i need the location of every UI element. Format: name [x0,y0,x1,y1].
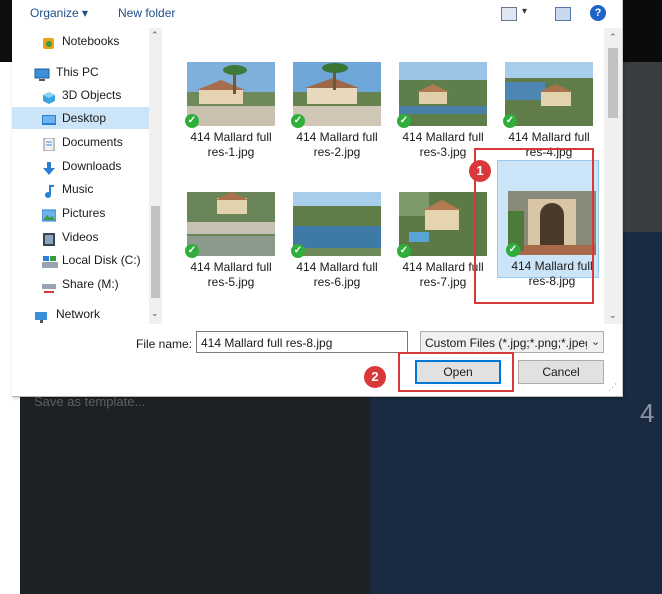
download-arrow-icon [42,160,56,175]
nav-item-label: Local Disk (C:) [62,253,141,267]
photo-thumbnail [293,62,381,126]
preview-pane-icon[interactable] [555,7,571,21]
nav-item-documents[interactable]: Documents [12,131,150,153]
nav-item-3d-objects[interactable]: 3D Objects [12,84,150,106]
organize-menu[interactable]: Organize ▾ [30,6,88,20]
file-type-filter[interactable]: Custom Files (*.jpg;*.png;*.jpeg ⌄ [420,331,604,353]
sync-check-icon: ✓ [397,244,411,258]
file-name-label: 414 Mallard full res-2.jpg [296,130,378,159]
pictures-icon [41,207,57,222]
desktop-icon [42,112,56,125]
step-marker-1: 1 [469,160,491,182]
file-type-value: Custom Files (*.jpg;*.png;*.jpeg [425,336,587,350]
sync-check-icon: ✓ [291,244,305,258]
scroll-up-icon[interactable]: ⌃ [151,30,159,41]
nav-item-pictures[interactable]: Pictures [12,202,150,224]
file-tile-res-2[interactable]: ✓ 414 Mallard full res-2.jpg [283,56,383,172]
nav-item-music[interactable]: Music [12,178,150,200]
network-drive-icon [42,278,56,293]
music-note-icon [42,183,56,198]
documents-icon [42,136,56,152]
cancel-button[interactable]: Cancel [518,360,604,384]
help-icon[interactable]: ? [590,5,606,21]
file-name-input[interactable]: 414 Mallard full res-8.jpg ⌄ [196,331,584,353]
computer-icon [34,66,50,81]
photo-thumbnail [187,62,275,126]
nav-item-label: Downloads [62,159,122,173]
sync-check-icon: ✓ [397,114,411,128]
file-tile-res-1[interactable]: ✓ 414 Mallard full res-1.jpg [177,56,277,172]
network-icon [34,308,48,323]
nav-item-label: Share (M:) [62,277,119,291]
dialog-toolbar: Organize ▾ New folder ▾ ? [12,0,622,28]
sync-check-icon: ✓ [185,244,199,258]
file-list-scroll-thumb[interactable] [608,48,618,118]
nav-scrollbar[interactable]: ⌃ ⌄ [149,28,162,324]
photo-thumbnail [293,192,381,256]
navigation-pane: Notebooks This PC 3D Objects Desktop Doc… [12,28,162,324]
background-top-strip [0,0,12,62]
change-view-icon[interactable] [501,7,517,21]
scroll-down-icon[interactable]: ⌄ [151,308,159,319]
nav-item-network[interactable]: Network [12,303,150,325]
notebook-icon [42,35,56,49]
file-name-label: 414 Mallard full res-5.jpg [190,260,272,289]
nav-item-downloads[interactable]: Downloads [12,155,150,177]
file-name-label-text: File name: [136,337,193,351]
nav-item-notebooks[interactable]: Notebooks [12,30,150,52]
nav-item-label: 3D Objects [62,88,122,102]
nav-item-desktop[interactable]: Desktop [12,107,150,129]
nav-item-label: Documents [62,135,123,149]
background-dark-panel [20,396,370,594]
file-tile-res-6[interactable]: ✓ 414 Mallard full res-6.jpg [283,186,383,302]
background-right-strip [622,0,662,62]
resize-grip-icon[interactable]: ⋰ [608,382,617,393]
nav-item-videos[interactable]: Videos [12,226,150,248]
sync-check-icon: ✓ [503,114,517,128]
video-film-icon [42,231,56,246]
photo-thumbnail [505,62,593,126]
step-marker-2: 2 [364,366,386,388]
nav-scroll-thumb[interactable] [151,206,160,298]
nav-item-label: Music [62,182,94,196]
nav-item-local-disk[interactable]: Local Disk (C:) [12,249,150,271]
chevron-down-icon: ⌄ [591,336,601,348]
photo-thumbnail [399,62,487,126]
nav-item-label: This PC [56,65,99,79]
file-tile-res-5[interactable]: ✓ 414 Mallard full res-5.jpg [177,186,277,302]
open-button[interactable]: Open [415,360,501,384]
nav-item-label: Videos [62,230,99,244]
sync-check-icon: ✓ [185,114,199,128]
sync-check-icon: ✓ [291,114,305,128]
photo-thumbnail [187,192,275,256]
view-options-caret-icon[interactable]: ▾ [522,6,527,17]
new-folder-button[interactable]: New folder [118,6,175,20]
selected-file-highlight [474,148,594,304]
file-name-label: 414 Mallard full res-6.jpg [296,260,378,289]
file-name-value: 414 Mallard full res-8.jpg [201,336,333,350]
nav-item-label: Notebooks [62,34,120,48]
nav-item-this-pc[interactable]: This PC [12,61,150,83]
cube-icon [42,89,56,104]
scroll-up-icon[interactable]: ⌃ [609,32,617,43]
scroll-down-icon[interactable]: ⌄ [609,310,617,321]
nav-item-label: Pictures [62,206,106,220]
nav-item-share[interactable]: Share (M:) [12,273,150,295]
file-name-label: 414 Mallard full res-1.jpg [190,130,272,159]
background-digit: 4 [640,398,655,428]
background-right-panel [622,62,662,232]
nav-item-label: Network [56,307,101,321]
local-disk-icon [42,254,58,268]
file-list-scrollbar[interactable]: ⌃ ⌄ [604,28,622,324]
nav-item-label: Desktop [62,111,107,125]
